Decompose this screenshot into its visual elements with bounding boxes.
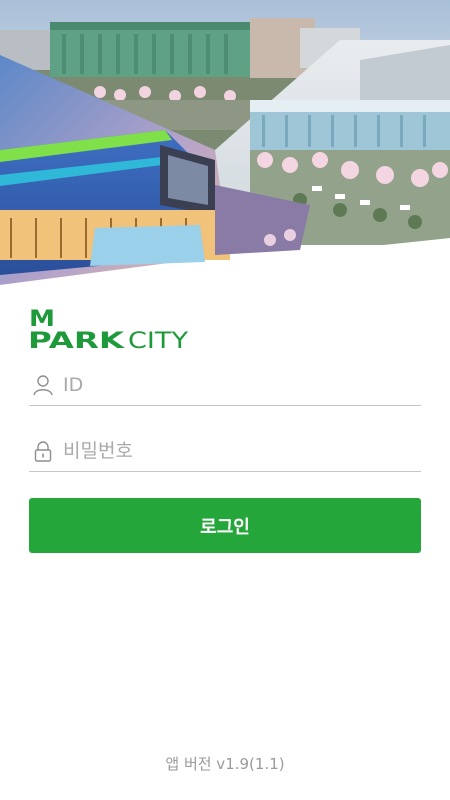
mparkcity-logo: M PARK CITY bbox=[28, 306, 193, 352]
user-icon bbox=[32, 374, 54, 396]
password-input[interactable] bbox=[63, 434, 413, 468]
hero-banner-image bbox=[0, 0, 450, 285]
id-field[interactable] bbox=[29, 366, 421, 406]
logo-word-park: PARK bbox=[28, 329, 125, 352]
app-version-label: 앱 버전 v1.9(1.1) bbox=[165, 755, 285, 773]
id-input[interactable] bbox=[63, 368, 413, 402]
login-button[interactable]: 로그인 bbox=[29, 498, 421, 553]
logo-word-city: CITY bbox=[128, 329, 189, 352]
lock-icon bbox=[32, 440, 54, 462]
password-field[interactable] bbox=[29, 432, 421, 472]
